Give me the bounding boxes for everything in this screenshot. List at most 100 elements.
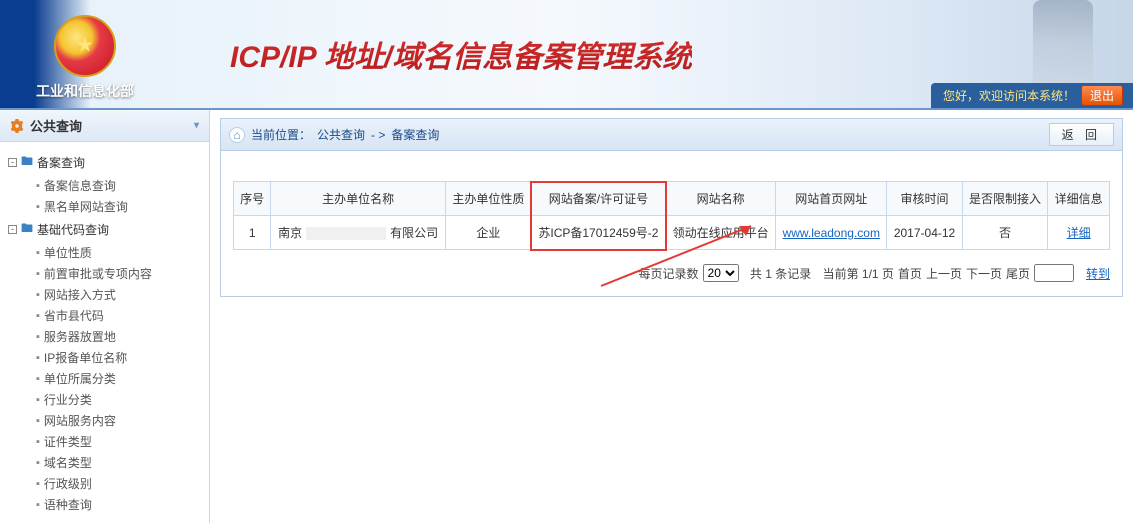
- cell-detail: 详细: [1048, 216, 1110, 250]
- chevron-down-icon: ▾: [194, 120, 199, 131]
- national-emblem-icon: [54, 15, 116, 77]
- tree-label: 省市县代码: [44, 307, 104, 324]
- tree-label: 备案信息查询: [44, 177, 116, 194]
- tree-node-child[interactable]: ▪ 单位性质: [8, 242, 205, 263]
- home-icon[interactable]: ⌂: [229, 127, 245, 143]
- page-icon: ▪: [36, 373, 40, 385]
- tree-label: 服务器放置地: [44, 328, 116, 345]
- folder-icon: 🖿: [21, 152, 33, 173]
- page-icon: ▪: [36, 331, 40, 343]
- tree-node-child[interactable]: ▪ 黑名单网站查询: [8, 196, 205, 217]
- goto-input[interactable]: [1034, 264, 1074, 282]
- pager-next[interactable]: 下一页: [966, 265, 1002, 282]
- cell-seq: 1: [234, 216, 271, 250]
- tree-node-child[interactable]: ▪ 网站服务内容: [8, 410, 205, 431]
- col-header: 主办单位名称: [271, 182, 446, 216]
- tree-label: 黑名单网站查询: [44, 198, 128, 215]
- tree-label: 备案查询: [37, 154, 85, 171]
- goto-link[interactable]: 转到: [1086, 265, 1110, 282]
- page-icon: ▪: [36, 247, 40, 259]
- sidebar-header[interactable]: 公共查询 ▾: [0, 110, 209, 142]
- page-icon: ▪: [36, 499, 40, 511]
- page-icon: ▪: [36, 310, 40, 322]
- cell-license: 苏ICP备17012459号-2: [531, 216, 665, 250]
- page-icon: ▪: [36, 201, 40, 213]
- cell-date: 2017-04-12: [887, 216, 962, 250]
- tree-node-child[interactable]: ▪ 备案信息查询: [8, 175, 205, 196]
- col-header: 网站备案/许可证号: [531, 182, 665, 216]
- tree-label: 行政级别: [44, 475, 92, 492]
- cell-url: www.leadong.com: [776, 216, 887, 250]
- page-icon: ▪: [36, 415, 40, 427]
- tree-node-child[interactable]: ▪ 单位所属分类: [8, 368, 205, 389]
- page-icon: ▪: [36, 436, 40, 448]
- col-header: 是否限制接入: [962, 182, 1048, 216]
- results-panel: 序号主办单位名称主办单位性质网站备案/许可证号网站名称网站首页网址审核时间是否限…: [220, 151, 1123, 297]
- nav-tree: - 🖿 备案查询▪ 备案信息查询▪ 黑名单网站查询- 🖿 基础代码查询▪ 单位性…: [0, 142, 209, 523]
- tree-label: 网站接入方式: [44, 286, 116, 303]
- main-content: ⌂ 当前位置： 公共查询 - > 备案查询 返 回 序号主办单位名称主办单位性质…: [210, 110, 1133, 523]
- tree-label: 基础代码查询: [37, 221, 109, 238]
- tree-node-child[interactable]: ▪ 证件类型: [8, 431, 205, 452]
- col-header: 网站首页网址: [776, 182, 887, 216]
- sidebar: 公共查询 ▾ - 🖿 备案查询▪ 备案信息查询▪ 黑名单网站查询- 🖿 基础代码…: [0, 110, 210, 523]
- tree-node-child[interactable]: ▪ 服务器放置地: [8, 326, 205, 347]
- cell-restricted: 否: [962, 216, 1048, 250]
- folder-icon: 🖿: [21, 219, 33, 240]
- total-label: 共 1 条记录: [750, 265, 811, 282]
- tree-toggle-icon[interactable]: -: [8, 158, 17, 167]
- page-icon: ▪: [36, 352, 40, 364]
- tree-label: 单位性质: [44, 244, 92, 261]
- tree-toggle-icon[interactable]: -: [8, 225, 17, 234]
- tree-label: 域名类型: [44, 454, 92, 471]
- page-icon: ▪: [36, 180, 40, 192]
- table-row: 1 南京有限公司 企业 苏ICP备17012459号-2 领动在线应用平台 ww…: [234, 216, 1110, 250]
- pager-last[interactable]: 尾页: [1006, 265, 1030, 282]
- tree-node-child[interactable]: ▪ 行业分类: [8, 389, 205, 410]
- header: 工业和信息化部 ICP/IP 地址/域名信息备案管理系统 您好，欢迎访问本系统！…: [0, 0, 1133, 110]
- ministry-name: 工业和信息化部: [0, 81, 170, 101]
- welcome-bar: 您好，欢迎访问本系统！ 退出: [931, 83, 1133, 108]
- results-table: 序号主办单位名称主办单位性质网站备案/许可证号网站名称网站首页网址审核时间是否限…: [233, 181, 1110, 250]
- page-label: 当前第 1/1 页: [823, 265, 894, 282]
- tree-node-child[interactable]: ▪ 网站接入方式: [8, 284, 205, 305]
- per-page-select[interactable]: 20: [703, 264, 739, 282]
- breadcrumb-sep: - >: [371, 128, 385, 142]
- breadcrumb-path2[interactable]: 备案查询: [391, 126, 439, 143]
- breadcrumb-path1[interactable]: 公共查询: [317, 126, 365, 143]
- detail-link[interactable]: 详细: [1067, 226, 1091, 240]
- tree-node-parent[interactable]: - 🖿 基础代码查询: [8, 217, 205, 242]
- tree-node-child[interactable]: ▪ IP报备单位名称: [8, 347, 205, 368]
- tree-label: 语种查询: [44, 496, 92, 513]
- col-header: 网站名称: [666, 182, 776, 216]
- welcome-text: 您好，欢迎访问本系统！: [943, 87, 1075, 104]
- page-icon: ▪: [36, 457, 40, 469]
- redacted-block: [306, 227, 386, 240]
- tree-label: IP报备单位名称: [44, 349, 127, 366]
- tree-node-child[interactable]: ▪ 行政级别: [8, 473, 205, 494]
- cell-nature: 企业: [445, 216, 531, 250]
- tree-node-child[interactable]: ▪ 省市县代码: [8, 305, 205, 326]
- col-header: 序号: [234, 182, 271, 216]
- cell-sponsor: 南京有限公司: [271, 216, 446, 250]
- pager-prev[interactable]: 上一页: [926, 265, 962, 282]
- page-icon: ▪: [36, 394, 40, 406]
- exit-button[interactable]: 退出: [1081, 85, 1123, 106]
- page-icon: ▪: [36, 478, 40, 490]
- tree-label: 网站服务内容: [44, 412, 116, 429]
- page-icon: ▪: [36, 268, 40, 280]
- breadcrumb-label: 当前位置：: [251, 126, 311, 143]
- tree-label: 前置审批或专项内容: [44, 265, 152, 282]
- tree-node-parent[interactable]: - 🖿 备案查询: [8, 150, 205, 175]
- back-button[interactable]: 返 回: [1049, 123, 1114, 146]
- site-url-link[interactable]: www.leadong.com: [783, 226, 880, 240]
- col-header: 审核时间: [887, 182, 962, 216]
- pager: 每页记录数 20 共 1 条记录 当前第 1/1 页 首页 上一页 下一页 尾页…: [233, 264, 1110, 282]
- tree-node-child[interactable]: ▪ 前置审批或专项内容: [8, 263, 205, 284]
- pager-first[interactable]: 首页: [898, 265, 922, 282]
- cell-sitename: 领动在线应用平台: [666, 216, 776, 250]
- page-icon: ▪: [36, 289, 40, 301]
- tree-node-child[interactable]: ▪ 语种查询: [8, 494, 205, 515]
- tree-node-child[interactable]: ▪ 域名类型: [8, 452, 205, 473]
- col-header: 主办单位性质: [445, 182, 531, 216]
